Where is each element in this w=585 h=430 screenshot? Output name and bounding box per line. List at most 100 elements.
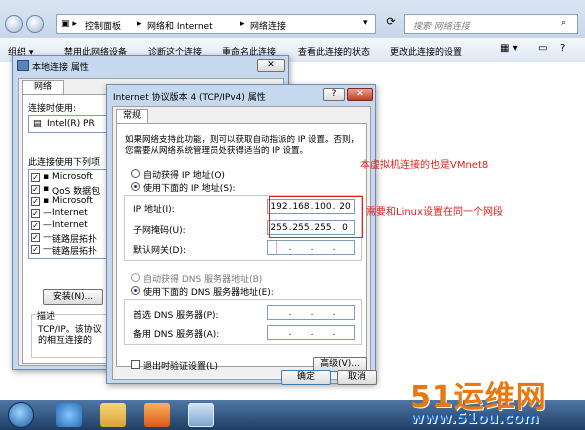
item-icon: — [43, 220, 52, 230]
manual-dns-label: 使用下面的 DNS 服务器地址(E): [143, 288, 274, 298]
radio[interactable] [131, 169, 140, 178]
intro-line: 您需要从网络系统管理员处获得适当的 IP 设置。 [125, 146, 309, 156]
item-icon: — [43, 244, 52, 254]
ip-dot: . [310, 243, 314, 253]
tab-general[interactable]: 常规 [116, 109, 148, 124]
item-icon: ▪ [43, 196, 50, 206]
alternate-dns-label: 备用 DNS 服务器(A): [133, 330, 220, 340]
breadcrumb-sep: ▸ [137, 19, 142, 29]
dns-group: 首选 DNS 服务器(P): . . . 备用 DNS 服务器(A): . . … [124, 299, 362, 345]
item-label: Microsoft [52, 172, 93, 182]
annotation-vmnet8: 本虚拟机连接的也是VMnet8 [360, 160, 489, 171]
window-title: 本地连接 属性 [32, 63, 89, 73]
help-icon[interactable]: ? [560, 43, 565, 54]
breadcrumb-item[interactable]: 控制面板 [85, 19, 121, 32]
chevron-down-icon[interactable]: ▾ [363, 18, 368, 28]
item-label: Microsoft [52, 196, 93, 206]
auto-dns-label: 自动获得 DNS 服务器地址(B) [143, 275, 263, 285]
connect-using-label: 连接时使用: [28, 104, 77, 114]
mask-label: 子网掩码(U): [133, 226, 186, 236]
ip-dot: . [310, 308, 314, 318]
watermark-url: www.51ou.com [410, 409, 539, 427]
auto-ip-label: 自动获得 IP 地址(O) [143, 171, 225, 181]
watermark-logo: 51运维网 www.51ou.com [362, 372, 584, 430]
item-label: 链路层拓扑 [52, 247, 98, 257]
ip-label: IP 地址(I): [133, 205, 175, 215]
annotation-same-subnet: 需要和Linux设置在同一个网段 [366, 207, 503, 218]
close-button[interactable]: ✕ [257, 59, 285, 72]
preferred-dns-field[interactable]: . . . [267, 305, 355, 320]
item-icon: — [43, 232, 52, 242]
back-icon[interactable] [5, 15, 23, 33]
address-field[interactable]: ▣ ▸ 控制面板 ▸ 网络和 Internet ▸ 网络连接 ▾ [56, 14, 376, 34]
gateway-field[interactable]: . . . [267, 240, 355, 255]
breadcrumb-item[interactable]: 网络和 Internet [147, 19, 213, 32]
general-tab-content: 如果网络支持此功能，则可以获取自动指派的 IP 设置。否则， 您需要从网络系统管… [116, 123, 367, 372]
preview-pane-icon[interactable]: ▭ [538, 43, 547, 54]
item-checkbox[interactable]: ✓ [31, 197, 40, 206]
highlight-box [269, 196, 363, 238]
item-checkbox[interactable]: ✓ [31, 185, 40, 194]
adapter-icon: ▤ [33, 119, 42, 129]
item-checkbox[interactable]: ✓ [31, 173, 40, 182]
radio[interactable] [131, 182, 140, 191]
item-checkbox[interactable]: ✓ [31, 233, 40, 242]
search-icon: ⌕ [561, 18, 567, 28]
radio[interactable] [131, 273, 140, 282]
item-icon: ▪ [43, 184, 50, 194]
item-label: Internet [52, 208, 88, 218]
toolbar-status[interactable]: 查看此连接的状态 [298, 45, 370, 58]
validate-checkbox[interactable] [131, 360, 140, 369]
adapter-name: Intel(R) PR [47, 119, 95, 129]
ok-button[interactable]: 确定 [281, 370, 331, 385]
breadcrumb-item[interactable]: 网络连接 [250, 19, 286, 32]
manual-ip-label: 使用下面的 IP 地址(S): [143, 184, 236, 194]
dialog-title: Internet 协议版本 4 (TCP/IPv4) 属性 [113, 93, 266, 103]
alternate-dns-field[interactable]: . . . [267, 325, 355, 340]
item-checkbox[interactable]: ✓ [31, 221, 40, 230]
description-line: 的相互连接的 [38, 336, 93, 346]
network-icon [17, 60, 29, 71]
help-icon: ? [331, 89, 337, 99]
media-player-icon[interactable] [144, 403, 170, 427]
breadcrumb-sep: ▸ [240, 19, 245, 29]
forward-icon[interactable] [26, 15, 44, 33]
ip-dot: . [288, 243, 292, 253]
radio[interactable] [131, 286, 140, 295]
close-icon: ✕ [267, 60, 275, 70]
search-placeholder: 搜索 网络连接 [413, 22, 470, 32]
help-button[interactable]: ? [323, 88, 345, 101]
dialog-panel: 常规 如果网络支持此功能，则可以获取自动指派的 IP 设置。否则， 您需要从网络… [112, 106, 377, 385]
view-icon[interactable]: ▦ ▾ [500, 43, 518, 54]
toolbar-change-settings[interactable]: 更改此连接的设置 [390, 45, 462, 58]
text-cursor [276, 241, 277, 254]
ip-dot: . [288, 308, 292, 318]
explorer-address-bar: ▣ ▸ 控制面板 ▸ 网络和 Internet ▸ 网络连接 ▾ ⟳ 搜索 网络… [0, 0, 585, 38]
ipv4-properties-dialog: Internet 协议版本 4 (TCP/IPv4) 属性 ? ✕ 常规 如果网… [106, 84, 377, 385]
ip-dot: . [288, 328, 292, 338]
items-label: 此连接使用下列项 [28, 158, 101, 168]
item-label: Internet [52, 220, 88, 230]
tab-network[interactable]: 网络 [22, 80, 64, 95]
gateway-label: 默认网关(D): [133, 246, 186, 256]
ip-dot: . [332, 328, 336, 338]
item-checkbox[interactable]: ✓ [31, 209, 40, 218]
ip-dot: . [310, 328, 314, 338]
close-icon: ✕ [356, 89, 364, 99]
explorer-folder-icon[interactable] [100, 403, 126, 427]
network-connections-taskbar-icon[interactable] [188, 403, 214, 427]
item-checkbox[interactable]: ✓ [31, 245, 40, 254]
ie-icon[interactable] [56, 403, 82, 427]
folder-icon: ▣ ▸ [61, 19, 77, 29]
start-button[interactable] [8, 402, 34, 428]
search-input[interactable]: 搜索 网络连接 ⌕ [404, 14, 578, 34]
ip-dot: . [332, 308, 336, 318]
preferred-dns-label: 首选 DNS 服务器(P): [133, 311, 219, 321]
refresh-icon[interactable]: ⟳ [382, 15, 400, 33]
install-button[interactable]: 安装(N)... [43, 289, 103, 305]
close-button[interactable]: ✕ [347, 88, 373, 101]
validate-label: 退出时验证设置(L) [143, 362, 219, 372]
ip-dot: . [332, 243, 336, 253]
item-icon: — [43, 208, 52, 218]
item-icon: ▪ [43, 172, 50, 182]
